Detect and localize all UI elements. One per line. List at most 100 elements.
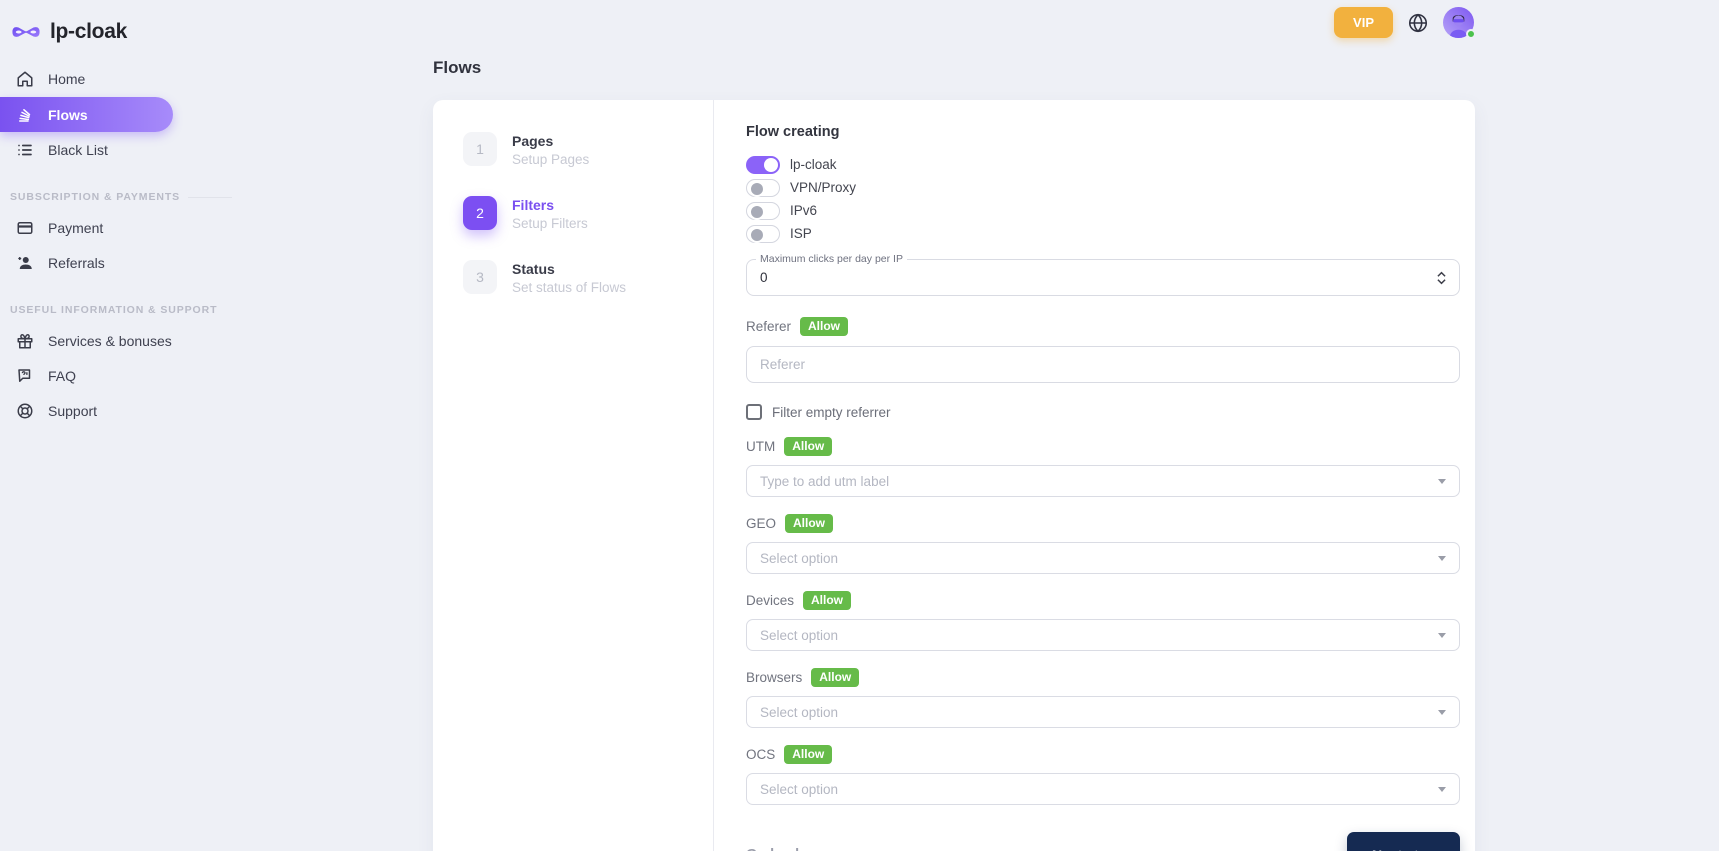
checkbox-label: Filter empty referrer (772, 405, 891, 420)
devices-filter-group: Devices Allow Select option (746, 591, 1460, 651)
next-step-button[interactable]: Next step (1347, 832, 1460, 851)
chevron-up-icon (1437, 271, 1446, 277)
section-title-text: USEFUL INFORMATION & SUPPORT (10, 304, 217, 316)
filter-empty-referrer-row[interactable]: Filter empty referrer (746, 404, 1460, 420)
toggle-row-ipv6: IPv6 (746, 199, 1460, 222)
geo-select[interactable]: Select option (746, 542, 1460, 574)
lifebuoy-icon (15, 401, 35, 421)
step-filters[interactable]: 2 Filters Setup Filters (463, 196, 689, 231)
geo-filter-group: GEO Allow Select option (746, 514, 1460, 574)
step-subtitle: Setup Pages (512, 152, 589, 167)
chevron-down-icon (1437, 278, 1446, 284)
browsers-placeholder: Select option (760, 705, 838, 720)
caret-down-icon (1438, 787, 1446, 792)
person-add-icon (15, 253, 35, 273)
ocs-allow-badge[interactable]: Allow (784, 745, 832, 764)
devices-placeholder: Select option (760, 628, 838, 643)
user-avatar[interactable] (1443, 7, 1474, 38)
step-title: Status (512, 260, 626, 277)
sidebar-item-services-bonuses[interactable]: Services & bonuses (0, 324, 270, 358)
utm-allow-badge[interactable]: Allow (784, 437, 832, 456)
browsers-filter-group: Browsers Allow Select option (746, 668, 1460, 728)
max-clicks-label: Maximum clicks per day per IP (756, 253, 907, 265)
steps-column: 1 Pages Setup Pages 2 Filters Setup Filt… (433, 100, 714, 851)
sidebar-item-label: Payment (48, 220, 103, 236)
logo[interactable]: lp-cloak (0, 10, 270, 50)
filters-form: Flow creating lp-cloak VPN/Proxy IPv6 IS… (714, 100, 1475, 851)
vip-button[interactable]: VIP (1334, 7, 1393, 38)
sidebar-item-label: Referrals (48, 255, 105, 271)
section-title-text: SUBSCRIPTION & PAYMENTS (10, 191, 180, 203)
go-back-button[interactable]: Go back (746, 847, 803, 851)
topbar: VIP (1334, 7, 1474, 38)
sidebar-item-label: Support (48, 403, 97, 419)
toggle-label: lp-cloak (790, 157, 837, 172)
devices-label: Devices (746, 593, 794, 608)
credit-card-icon (15, 218, 35, 238)
browsers-select[interactable]: Select option (746, 696, 1460, 728)
sidebar-item-label: Home (48, 71, 85, 87)
referer-allow-badge[interactable]: Allow (800, 317, 848, 336)
caret-down-icon (1438, 633, 1446, 638)
sidebar: lp-cloak Home Flows Black List (0, 0, 270, 429)
sidebar-item-flows[interactable]: Flows (0, 97, 173, 132)
home-icon (15, 69, 35, 89)
language-globe-icon[interactable] (1407, 12, 1429, 34)
browsers-allow-badge[interactable]: Allow (811, 668, 859, 687)
sidebar-nav: Home Flows Black List SUBSCRIPTION & PAY… (0, 62, 270, 428)
step-number: 2 (463, 196, 497, 230)
step-status[interactable]: 3 Status Set status of Flows (463, 260, 689, 295)
ocs-select[interactable]: Select option (746, 773, 1460, 805)
browsers-label: Browsers (746, 670, 802, 685)
referer-label: Referer (746, 319, 791, 334)
devices-allow-badge[interactable]: Allow (803, 591, 851, 610)
filter-empty-referrer-checkbox[interactable] (746, 404, 762, 420)
sidebar-section-support: USEFUL INFORMATION & SUPPORT (10, 304, 270, 316)
lp-cloak-toggle[interactable] (746, 156, 780, 174)
sidebar-item-support[interactable]: Support (0, 394, 270, 428)
step-number: 1 (463, 132, 497, 166)
logo-text: lp-cloak (50, 20, 127, 44)
number-stepper[interactable] (1437, 271, 1446, 284)
toggle-row-vpn-proxy: VPN/Proxy (746, 176, 1460, 199)
gift-icon (15, 331, 35, 351)
sidebar-item-black-list[interactable]: Black List (0, 133, 270, 167)
max-clicks-field: Maximum clicks per day per IP (746, 259, 1460, 296)
sidebar-item-payment[interactable]: Payment (0, 211, 270, 245)
isp-toggle[interactable] (746, 225, 780, 243)
sidebar-item-home[interactable]: Home (0, 62, 270, 96)
utm-select[interactable]: Type to add utm label (746, 465, 1460, 497)
list-icon (15, 140, 35, 160)
form-title: Flow creating (746, 124, 1460, 140)
mask-logo-icon (11, 22, 41, 42)
sidebar-section-subscription: SUBSCRIPTION & PAYMENTS (10, 191, 270, 203)
utm-label: UTM (746, 439, 775, 454)
referer-input[interactable] (746, 346, 1460, 383)
max-clicks-input[interactable] (747, 260, 1459, 295)
sidebar-item-label: Flows (48, 107, 88, 123)
sidebar-item-label: Black List (48, 142, 108, 158)
online-status-dot (1466, 29, 1476, 39)
sidebar-item-label: FAQ (48, 368, 76, 384)
geo-allow-badge[interactable]: Allow (785, 514, 833, 533)
ipv6-toggle[interactable] (746, 202, 780, 220)
step-pages[interactable]: 1 Pages Setup Pages (463, 132, 689, 167)
ocs-placeholder: Select option (760, 782, 838, 797)
step-subtitle: Setup Filters (512, 216, 588, 231)
step-subtitle: Set status of Flows (512, 280, 626, 295)
step-title: Pages (512, 132, 589, 149)
sidebar-item-referrals[interactable]: Referrals (0, 246, 270, 280)
vpn-proxy-toggle[interactable] (746, 179, 780, 197)
devices-select[interactable]: Select option (746, 619, 1460, 651)
caret-down-icon (1438, 556, 1446, 561)
sidebar-item-faq[interactable]: FAQ (0, 359, 270, 393)
ocs-filter-group: OCS Allow Select option (746, 745, 1460, 805)
ocs-label: OCS (746, 747, 775, 762)
toggle-label: IPv6 (790, 203, 817, 218)
caret-down-icon (1438, 710, 1446, 715)
faq-bubble-icon (15, 366, 35, 386)
sidebar-item-label: Services & bonuses (48, 333, 172, 349)
toggle-row-lp-cloak: lp-cloak (746, 153, 1460, 176)
flow-card: 1 Pages Setup Pages 2 Filters Setup Filt… (433, 100, 1475, 851)
utm-filter-group: UTM Allow Type to add utm label (746, 437, 1460, 497)
